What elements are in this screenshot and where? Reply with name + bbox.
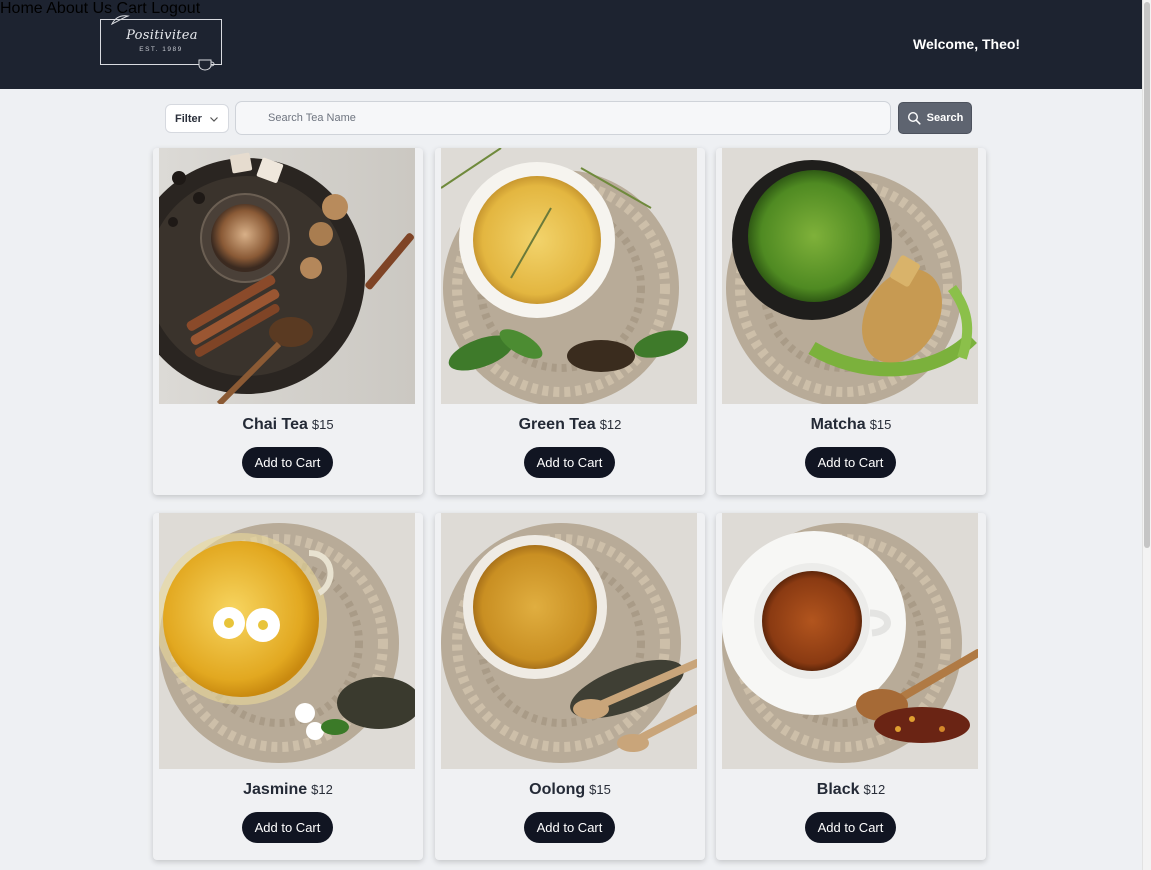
product-name: Chai Tea xyxy=(242,416,308,433)
top-navbar: Positivitea EST. 1989 Home About Us Cart… xyxy=(0,0,1142,89)
product-name: Matcha xyxy=(810,416,866,433)
product-price: $12 xyxy=(599,417,622,432)
product-card: Black $12 Add to Cart xyxy=(716,513,986,860)
nav-logout-link[interactable]: Logout xyxy=(151,0,200,17)
product-title: Black $12 xyxy=(716,781,986,799)
search-button[interactable]: Search xyxy=(898,102,972,134)
search-button-label: Search xyxy=(926,112,964,124)
scrollbar-thumb[interactable] xyxy=(1144,2,1150,548)
add-to-cart-button[interactable]: Add to Cart xyxy=(524,812,615,843)
chevron-down-icon xyxy=(209,116,218,122)
product-image-green-tea xyxy=(441,148,697,404)
product-image-oolong xyxy=(441,513,697,769)
product-price: $12 xyxy=(863,782,886,797)
product-image-chai xyxy=(159,148,415,404)
nav-about-link[interactable]: About Us xyxy=(46,0,112,17)
product-image-jasmine xyxy=(159,513,415,769)
logo-established: EST. 1989 xyxy=(139,46,183,53)
product-card: Green Tea $12 Add to Cart xyxy=(435,148,705,495)
product-title: Matcha $15 xyxy=(716,416,986,434)
product-card: Matcha $15 Add to Cart xyxy=(716,148,986,495)
add-to-cart-button[interactable]: Add to Cart xyxy=(242,447,333,478)
product-name: Jasmine xyxy=(243,781,308,798)
search-icon xyxy=(907,111,921,125)
logo-wordmark: Positivitea xyxy=(126,28,198,43)
search-input[interactable] xyxy=(235,101,891,135)
add-to-cart-button[interactable]: Add to Cart xyxy=(805,447,896,478)
product-price: $12 xyxy=(311,782,333,797)
product-image-black-tea xyxy=(722,513,978,769)
brand-logo[interactable]: Positivitea EST. 1989 xyxy=(100,15,224,72)
product-price: $15 xyxy=(869,417,892,432)
product-card: Jasmine $12 Add to Cart xyxy=(153,513,423,860)
product-name: Black xyxy=(816,781,860,798)
product-card: Chai Tea $15 Add to Cart xyxy=(153,148,423,495)
add-to-cart-button[interactable]: Add to Cart xyxy=(524,447,615,478)
product-title: Oolong $15 xyxy=(435,781,705,799)
product-title: Green Tea $12 xyxy=(435,416,705,434)
product-image-matcha xyxy=(722,148,978,404)
product-name: Oolong xyxy=(529,781,586,798)
welcome-message: Welcome, Theo! xyxy=(913,36,1021,52)
add-to-cart-button[interactable]: Add to Cart xyxy=(805,812,896,843)
filter-label: Filter xyxy=(175,112,202,125)
teacup-icon xyxy=(198,59,215,71)
product-title: Jasmine $12 xyxy=(153,781,423,799)
product-title: Chai Tea $15 xyxy=(153,416,423,434)
product-price: $15 xyxy=(311,417,334,432)
product-price: $15 xyxy=(589,782,611,797)
product-name: Green Tea xyxy=(518,416,596,433)
add-to-cart-button[interactable]: Add to Cart xyxy=(242,812,333,843)
nav-home-link[interactable]: Home xyxy=(0,0,43,17)
product-card: Oolong $15 Add to Cart xyxy=(435,513,705,860)
leaf-icon xyxy=(110,15,130,26)
page-scrollbar[interactable] xyxy=(1142,0,1151,870)
filter-dropdown[interactable]: Filter xyxy=(165,104,229,133)
